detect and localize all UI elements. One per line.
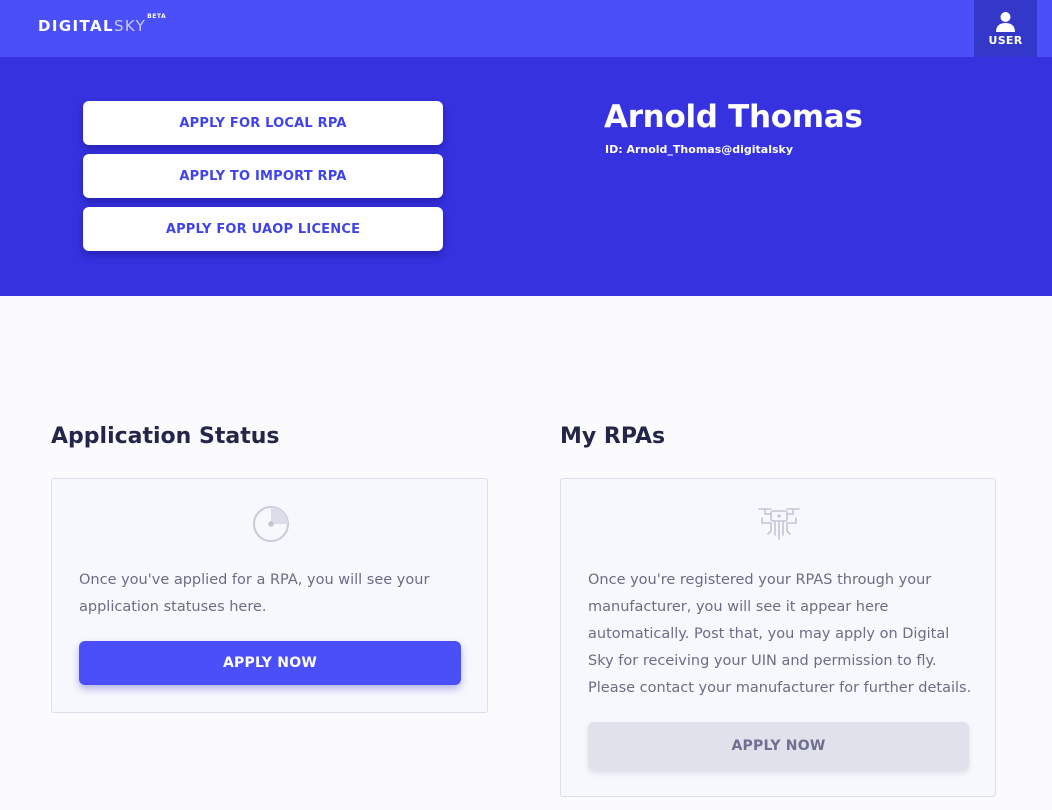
my-rpas-card: Once you're registered your RPAS through…	[560, 478, 996, 797]
application-status-title: Application Status	[51, 424, 280, 449]
my-rpas-description: Once you're registered your RPAS through…	[588, 572, 972, 696]
application-status-description: Once you've applied for a RPA, you will …	[79, 572, 430, 615]
logo-digital: DIGITAL	[38, 17, 114, 35]
apply-import-rpa-button[interactable]: APPLY TO IMPORT RPA	[83, 154, 443, 198]
hero-banner: APPLY FOR LOCAL RPA APPLY TO IMPORT RPA …	[0, 57, 1052, 296]
apply-now-disabled-button[interactable]: APPLY NOW	[588, 722, 969, 770]
apply-local-rpa-button[interactable]: APPLY FOR LOCAL RPA	[83, 101, 443, 145]
apply-uaop-licence-button[interactable]: APPLY FOR UAOP LICENCE	[83, 207, 443, 251]
top-navbar: DIGITALSKYBETA USER	[0, 0, 1052, 57]
application-status-card: Once you've applied for a RPA, you will …	[51, 478, 488, 713]
apply-now-button[interactable]: APPLY NOW	[79, 641, 461, 685]
logo-sky: SKY	[113, 17, 147, 35]
user-menu-label: USER	[988, 34, 1023, 47]
user-menu-button[interactable]: USER	[974, 0, 1037, 57]
pie-chart-icon	[253, 506, 289, 542]
profile-name: Arnold Thomas	[604, 99, 863, 135]
digitalsky-logo[interactable]: DIGITALSKYBETA	[38, 13, 166, 35]
my-rpas-title: My RPAs	[560, 424, 666, 449]
user-icon	[996, 12, 1015, 32]
beta-badge: BETA	[147, 13, 167, 20]
drone-icon	[758, 508, 800, 540]
profile-id: ID: Arnold_Thomas@digitalsky	[605, 143, 794, 156]
